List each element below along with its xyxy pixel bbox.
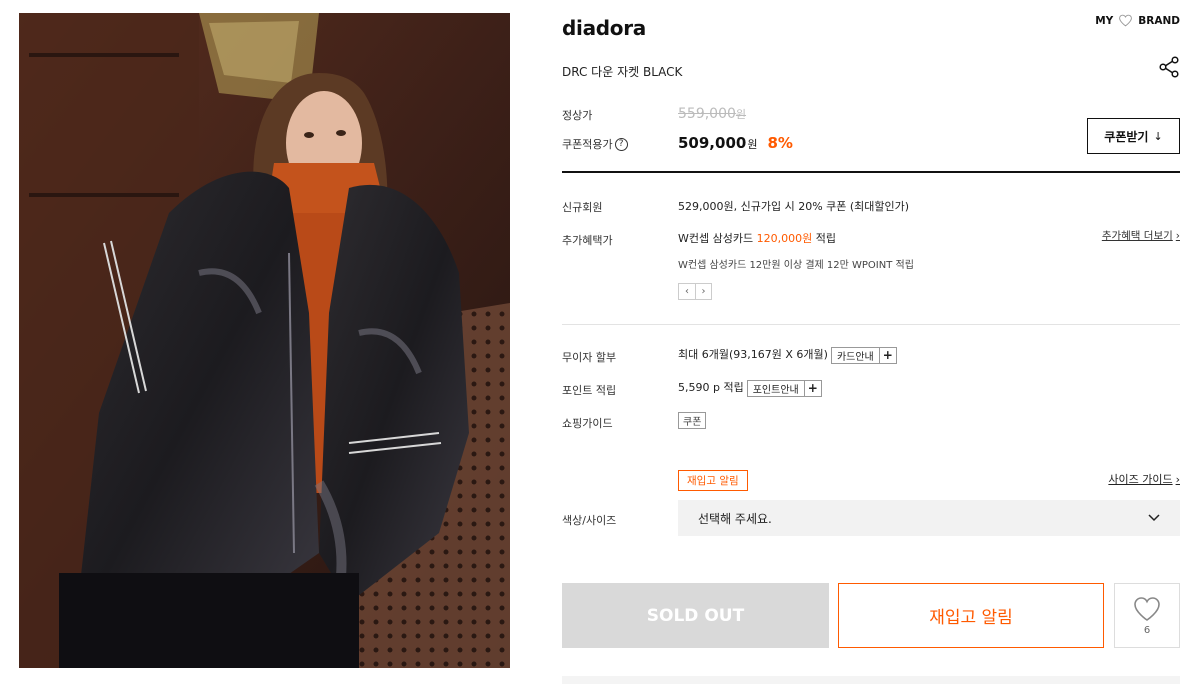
discount-rate: 8% [767,134,793,152]
share-icon[interactable] [1158,56,1180,78]
chevron-down-icon [1148,514,1160,522]
card-info-button[interactable]: 카드안내 [830,346,880,364]
points-text: 5,590 p 적립 [678,381,744,394]
size-guide-link[interactable]: 사이즈 가이드 › [1108,471,1180,487]
more-benefits-link[interactable]: 추가혜택 더보기 › [1102,228,1180,243]
size-guide-label: 사이즈 가이드 [1108,473,1173,486]
get-coupon-label: 쿠폰받기 [1104,129,1149,144]
more-benefits-label: 추가혜택 더보기 [1101,230,1173,242]
restock-alert-button[interactable]: 재입고 알림 [838,583,1104,648]
coupon-price: 509,000 원 8% [678,134,793,152]
select-placeholder: 선택해 주세요. [698,511,772,526]
extra-benefit-note: W컨셉 삼성카드 12만원 이상 결제 12만 WPOINT 적립 [678,260,914,271]
points-info-button[interactable]: 포인트안내 [746,379,805,397]
installment-text: 최대 6개월(93,167원 X 6개월) [678,348,828,361]
extra-benefit-text: W컨셉 삼성카드 120,000원 적립 [678,230,836,246]
brand-name[interactable]: diadora [562,16,646,40]
extra-benefit-amount: 120,000원 [756,232,813,245]
product-image [19,13,510,668]
chevron-right-icon: › [1175,472,1180,486]
wishlist-button[interactable]: 6 [1114,583,1180,648]
new-member-text: 529,000원, 신규가입 시 20% 쿠폰 (최대할인가) [678,200,910,213]
extra-benefit-suffix: 적립 [815,232,836,245]
color-size-select[interactable]: 선택해 주세요. [678,500,1180,536]
coupon-price-label: 쿠폰적용가 ? [562,136,628,152]
restock-badge: 재입고 알림 [678,470,748,491]
points-label: 포인트 적립 [562,384,617,397]
my-label: MY [1095,14,1114,27]
coupon-price-label-text: 쿠폰적용가 [562,138,613,151]
regular-price-unit: 원 [735,108,747,121]
heart-icon [1134,596,1160,621]
coupon-price-value: 509,000 [678,134,747,152]
benefit-pager: ‹ › [678,283,712,300]
points-info-plus-button[interactable]: + [804,379,822,397]
heart-outline-icon [1119,14,1133,27]
pager-next-button[interactable]: › [695,284,711,299]
brand-label: BRAND [1138,14,1180,27]
shopping-guide-label: 쇼핑가이드 [562,417,613,430]
regular-price-value: 559,000 [678,106,736,122]
get-coupon-button[interactable]: 쿠폰받기 ↓ [1087,118,1180,154]
sold-out-button[interactable]: SOLD OUT [562,583,829,648]
chevron-right-icon: › [1175,229,1180,242]
divider [562,324,1180,325]
product-name: DRC 다운 자켓 BLACK [562,65,683,79]
regular-price: 559,000원 [678,106,746,122]
color-size-label: 색상/사이즈 [562,514,617,527]
extra-benefit-prefix: W컨셉 삼성카드 [678,232,754,245]
download-icon: ↓ [1153,129,1163,143]
bottom-section [562,676,1180,684]
installment-label: 무이자 할부 [562,351,617,364]
coupon-tag-button[interactable]: 쿠폰 [678,412,707,429]
installment-row: 최대 6개월(93,167원 X 6개월) 카드안내 + [678,346,897,364]
wishlist-count: 6 [1143,624,1151,636]
product-info-panel: diadora MY BRAND DRC 다운 자켓 BLACK 정상가 559… [562,0,1180,684]
card-info-plus-button[interactable]: + [879,346,897,364]
my-brand-toggle[interactable]: MY BRAND [1095,14,1180,27]
pager-prev-button[interactable]: ‹ [679,284,695,299]
points-row: 5,590 p 적립 포인트안내 + [678,379,822,397]
divider [562,171,1180,173]
help-icon[interactable]: ? [614,137,628,151]
regular-price-label: 정상가 [562,109,593,122]
coupon-price-unit: 원 [747,138,758,151]
new-member-label: 신규회원 [562,201,603,214]
extra-benefit-label: 추가혜택가 [562,234,613,247]
product-photo [19,13,510,668]
